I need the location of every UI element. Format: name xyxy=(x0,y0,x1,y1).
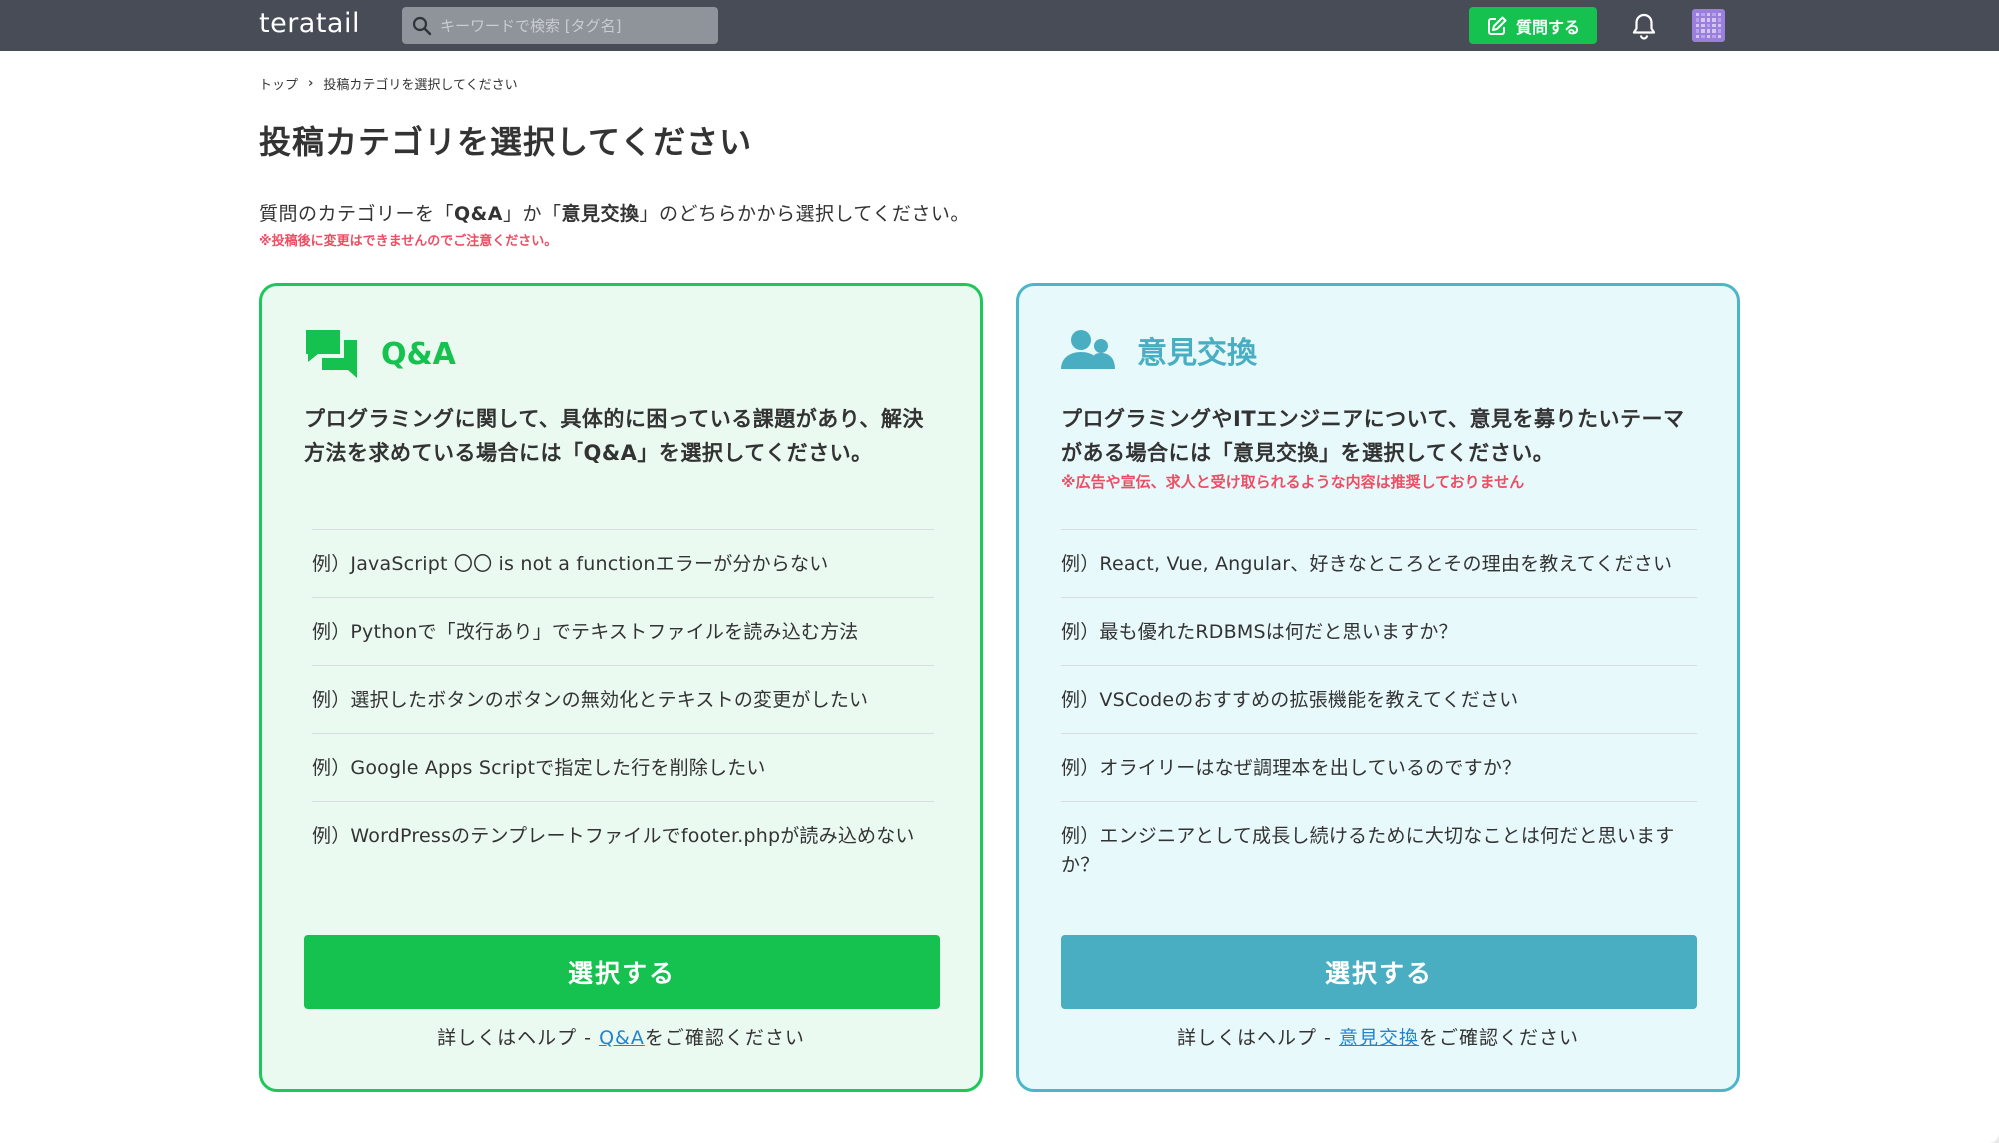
example-item: 例）エンジニアとして成長し続けるために大切なことは何だと思いますか？ xyxy=(1061,801,1697,898)
example-item: 例）React, Vue, Angular、好きなところとその理由を教えてくださ… xyxy=(1061,529,1697,597)
example-item: 例）選択したボタンのボタンの無効化とテキストの変更がしたい xyxy=(312,665,934,733)
qa-help-suffix: をご確認ください xyxy=(644,1027,805,1049)
page-title: 投稿カテゴリを選択してください xyxy=(259,123,753,161)
qa-card-title: Q&A xyxy=(381,336,456,372)
opinion-card: 意見交換 プログラミングやITエンジニアについて、意見を募りたいテーマがある場合… xyxy=(1016,283,1740,1092)
intro-mid: 」か「 xyxy=(502,203,562,225)
edit-icon xyxy=(1487,16,1507,35)
ask-question-label: 質問する xyxy=(1515,17,1580,37)
qa-card: Q&A プログラミングに関して、具体的に困っている課題があり、解決方法を求めてい… xyxy=(259,283,983,1092)
top-header: teratail 質問する xyxy=(0,0,1999,51)
opinion-examples: 例）React, Vue, Angular、好きなところとその理由を教えてくださ… xyxy=(1061,529,1697,898)
opinion-help-text: 詳しくはヘルプ - 意見交換をご確認ください xyxy=(1019,1023,1737,1050)
opinion-help-suffix: をご確認ください xyxy=(1418,1027,1579,1049)
ask-question-button[interactable]: 質問する xyxy=(1469,7,1597,44)
opinion-select-button[interactable]: 選択する xyxy=(1061,935,1697,1009)
qa-help-text: 詳しくはヘルプ - Q&Aをご確認ください xyxy=(262,1023,980,1050)
search-box[interactable] xyxy=(402,7,718,44)
qa-select-button[interactable]: 選択する xyxy=(304,935,940,1009)
example-item: 例）Google Apps Scriptで指定した行を削除したい xyxy=(312,733,934,801)
chat-bubbles-icon xyxy=(306,330,357,378)
users-icon xyxy=(1061,330,1115,369)
breadcrumb: トップ › 投稿カテゴリを選択してください xyxy=(259,74,518,93)
example-item: 例）Pythonで「改行あり」でテキストファイルを読み込む方法 xyxy=(312,597,934,665)
example-item: 例）WordPressのテンプレートファイルでfooter.phpが読み込めない xyxy=(312,801,934,869)
site-logo[interactable]: teratail xyxy=(259,8,360,39)
opinion-help-link[interactable]: 意見交換 xyxy=(1339,1027,1419,1049)
intro-suffix: 」のどちらかから選択してください。 xyxy=(639,203,970,225)
example-item: 例）VSCodeのおすすめの拡張機能を教えてください xyxy=(1061,665,1697,733)
intro-qa: Q&A xyxy=(454,203,503,225)
qa-help-link[interactable]: Q&A xyxy=(599,1027,645,1049)
breadcrumb-current: 投稿カテゴリを選択してください xyxy=(323,78,518,93)
qa-examples: 例）JavaScript 〇〇 is not a functionエラーが分から… xyxy=(312,529,934,869)
opinion-card-header: 意見交換 xyxy=(1061,328,1257,372)
warning-text: ※投稿後に変更はできませんのでご注意ください。 xyxy=(259,234,558,249)
example-item: 例）JavaScript 〇〇 is not a functionエラーが分から… xyxy=(312,529,934,597)
opinion-card-description: プログラミングやITエンジニアについて、意見を募りたいテーマがある場合には「意見… xyxy=(1061,407,1685,465)
notification-bell-icon[interactable] xyxy=(1629,11,1659,41)
example-item: 例）オライリーはなぜ調理本を出しているのですか？ xyxy=(1061,733,1697,801)
example-item: 例）最も優れたRDBMSは何だと思いますか？ xyxy=(1061,597,1697,665)
breadcrumb-home[interactable]: トップ xyxy=(259,74,298,93)
opinion-card-note: ※広告や宣伝、求人と受け取られるような内容は推奨しておりません xyxy=(1061,473,1525,491)
search-icon xyxy=(412,16,432,35)
intro-opinion: 意見交換 xyxy=(561,203,640,225)
intro-text: 質問のカテゴリーを「Q&A」か「意見交換」のどちらかから選択してください。 xyxy=(259,199,970,226)
qa-card-header: Q&A xyxy=(304,328,456,380)
search-input[interactable] xyxy=(440,16,700,35)
qa-card-description: プログラミングに関して、具体的に困っている課題があり、解決方法を求めている場合に… xyxy=(304,407,924,465)
chevron-right-icon: › xyxy=(308,76,314,91)
intro-prefix: 質問のカテゴリーを「 xyxy=(259,203,455,225)
opinion-help-prefix: 詳しくはヘルプ - xyxy=(1177,1027,1339,1049)
page: teratail 質問する xyxy=(0,0,1999,1143)
user-avatar[interactable] xyxy=(1692,9,1725,42)
opinion-card-title: 意見交換 xyxy=(1137,336,1257,371)
qa-help-prefix: 詳しくはヘルプ - xyxy=(437,1027,600,1049)
